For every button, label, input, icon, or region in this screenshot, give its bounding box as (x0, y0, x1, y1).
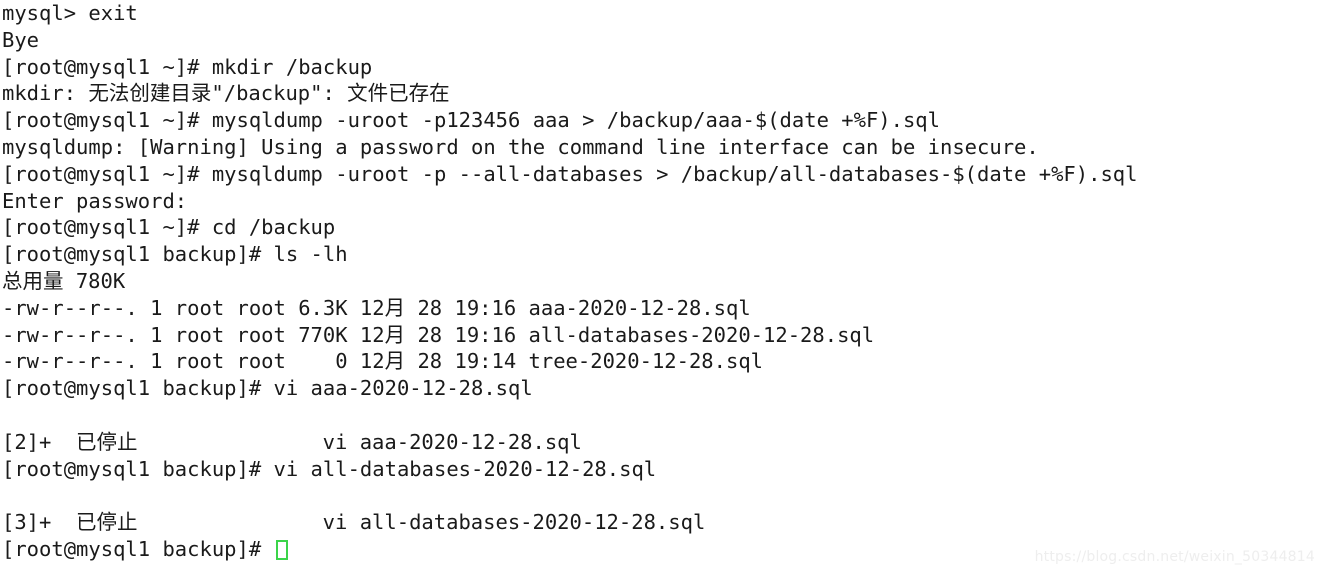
terminal-line: -rw-r--r--. 1 root root 770K 12月 28 19:1… (2, 322, 875, 347)
terminal-line: mysqldump: [Warning] Using a password on… (2, 134, 1039, 159)
terminal-line: [root@mysql1 backup]# vi aaa-2020-12-28.… (2, 376, 533, 401)
terminal-line: -rw-r--r--. 1 root root 6.3K 12月 28 19:1… (2, 295, 751, 320)
terminal-line: Bye (2, 27, 40, 52)
terminal-line: -rw-r--r--. 1 root root 0 12月 28 19:14 t… (2, 349, 764, 374)
terminal-line: [2]+ 已停止 vi aaa-2020-12-28.sql (2, 429, 582, 454)
terminal-line: Enter password: (2, 188, 188, 213)
watermark-text: https://blog.csdn.net/weixin_50344814 (1034, 549, 1315, 565)
terminal-line: [root@mysql1 ~]# cd /backup (2, 215, 336, 240)
terminal-line: [root@mysql1 ~]# mkdir /backup (2, 54, 373, 79)
terminal-line: mysql> exit (2, 1, 138, 25)
terminal-window[interactable]: mysql> exit Bye [root@mysql1 ~]# mkdir /… (0, 0, 1321, 571)
terminal-line: [root@mysql1 backup]# vi all-databases-2… (2, 456, 657, 481)
terminal-line: 总用量 780K (2, 268, 126, 293)
shell-prompt: [root@mysql1 backup]# (2, 536, 274, 561)
terminal-output-area[interactable]: mysql> exit Bye [root@mysql1 ~]# mkdir /… (0, 0, 1321, 563)
terminal-line: mkdir: 无法创建目录"/backup": 文件已存在 (2, 81, 450, 106)
terminal-line: [3]+ 已停止 vi all-databases-2020-12-28.sql (2, 510, 706, 535)
terminal-line: [root@mysql1 ~]# mysqldump -uroot -p1234… (2, 108, 940, 133)
terminal-line: [root@mysql1 backup]# ls -lh (2, 242, 348, 267)
terminal-line: [root@mysql1 ~]# mysqldump -uroot -p --a… (2, 161, 1138, 186)
text-cursor (275, 539, 288, 560)
